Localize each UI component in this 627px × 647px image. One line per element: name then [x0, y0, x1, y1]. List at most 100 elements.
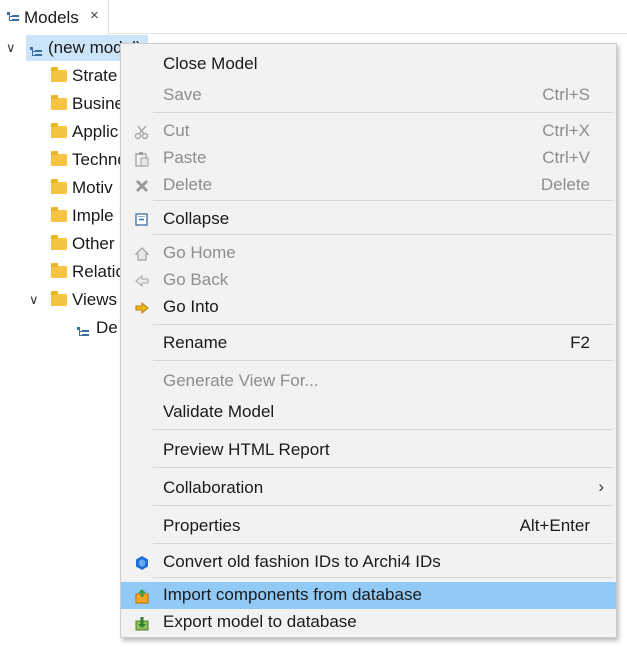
chevron-down-icon[interactable]: ∨: [29, 286, 39, 314]
tree-item-label: De: [96, 318, 118, 337]
shortcut-label: F2: [570, 333, 590, 352]
menu-item-close-model[interactable]: Close Model: [121, 51, 616, 78]
menu-label: Preview HTML Report: [163, 440, 330, 459]
tree-folder[interactable]: Techno: [0, 146, 127, 174]
menu-label: Delete: [163, 175, 213, 194]
tree-folder-views[interactable]: ∨ Views: [0, 286, 120, 314]
menu-separator: [153, 429, 613, 430]
tree-folder[interactable]: Strate: [0, 62, 120, 90]
menu-item-convert-ids[interactable]: Convert old fashion IDs to Archi4 IDs: [121, 549, 616, 576]
tree-folder-label: Motiv: [72, 178, 113, 197]
menu-separator: [153, 543, 613, 544]
models-tab[interactable]: Models ×: [0, 0, 109, 34]
menu-label: Go Back: [163, 270, 229, 289]
clipboard-icon: [134, 151, 150, 167]
tree-folder-label: Views: [72, 290, 118, 309]
menu-separator: [153, 467, 613, 468]
menu-item-go-into[interactable]: Go Into: [121, 294, 616, 321]
menu-item-save[interactable]: Save Ctrl+S: [121, 82, 616, 109]
hexagon-icon: [134, 555, 150, 571]
shortcut-label: Ctrl+S: [542, 85, 590, 104]
tree-folder[interactable]: Relatio: [0, 258, 125, 286]
menu-item-properties[interactable]: Properties Alt+Enter: [121, 513, 616, 540]
database-export-icon: [134, 615, 150, 631]
tree-folder[interactable]: Applic: [0, 118, 120, 146]
tree-folder-label: Relatio: [72, 262, 125, 281]
tab-title: Models: [24, 8, 79, 27]
home-icon: [134, 246, 150, 262]
menu-item-rename[interactable]: Rename F2: [121, 330, 616, 357]
models-tree-icon: [6, 10, 20, 30]
menu-label: Convert old fashion IDs to Archi4 IDs: [163, 552, 441, 571]
tree-folder-label: Strate: [72, 66, 118, 85]
menu-label: Generate View For...: [163, 371, 319, 390]
tab-divider: [108, 33, 627, 34]
chevron-down-icon[interactable]: ∨: [6, 34, 16, 62]
menu-label: Properties: [163, 516, 241, 535]
menu-separator: [153, 112, 613, 113]
menu-label: Validate Model: [163, 402, 275, 421]
tree-folder[interactable]: Imple: [0, 202, 120, 230]
menu-item-go-home[interactable]: Go Home: [121, 240, 616, 267]
menu-item-import-db[interactable]: Import components from database: [121, 582, 616, 609]
menu-label: Save: [163, 85, 202, 104]
menu-label: Go Home: [163, 243, 236, 262]
menu-item-preview-html[interactable]: Preview HTML Report: [121, 437, 616, 464]
menu-label: Rename: [163, 333, 228, 352]
menu-label: Collaboration: [163, 478, 264, 497]
folder-icon: [51, 179, 67, 194]
menu-separator: [153, 360, 613, 361]
delete-x-icon: [134, 178, 150, 194]
database-import-icon: [134, 588, 150, 604]
folder-icon: [51, 95, 67, 110]
menu-label: Close Model: [163, 54, 258, 73]
menu-separator: [153, 577, 613, 578]
collapse-icon: [134, 212, 150, 228]
tree-folder[interactable]: Busine: [0, 90, 124, 118]
tree-folder-label: Applic: [72, 122, 119, 141]
shortcut-label: Alt+Enter: [519, 516, 590, 535]
menu-separator: [153, 200, 613, 201]
folder-icon: [51, 207, 67, 222]
tree-folder[interactable]: Other: [0, 230, 120, 258]
shortcut-label: Ctrl+X: [542, 121, 590, 140]
shortcut-label: Ctrl+V: [542, 148, 590, 167]
menu-item-paste[interactable]: Paste Ctrl+V: [121, 145, 616, 172]
folder-icon: [51, 67, 67, 82]
menu-separator: [153, 324, 613, 325]
menu-item-collaboration[interactable]: Collaboration ›: [121, 475, 616, 502]
shortcut-label: Delete: [540, 175, 590, 194]
tree-view-item[interactable]: De: [0, 314, 120, 342]
menu-label: Paste: [163, 148, 207, 167]
menu-item-collapse[interactable]: Collapse: [121, 206, 616, 233]
menu-item-go-back[interactable]: Go Back: [121, 267, 616, 294]
menu-label: Cut: [163, 121, 190, 140]
menu-item-generate-view[interactable]: Generate View For...: [121, 368, 616, 395]
menu-item-cut[interactable]: Cut Ctrl+X: [121, 118, 616, 145]
scissors-icon: [134, 124, 150, 140]
close-icon[interactable]: ×: [90, 7, 99, 24]
menu-label: Export model to database: [163, 612, 357, 631]
arrow-right-icon: [134, 300, 150, 316]
folder-icon: [51, 263, 67, 278]
tree-folder-label: Techno: [72, 150, 127, 169]
arrow-left-icon: [134, 273, 150, 289]
menu-item-validate-model[interactable]: Validate Model: [121, 399, 616, 426]
menu-label: Collapse: [163, 209, 230, 228]
tree-folder-label: Other: [72, 234, 115, 253]
folder-icon: [51, 151, 67, 166]
menu-item-delete[interactable]: Delete Delete: [121, 172, 616, 199]
view-tab-bar: Models ×: [0, 0, 627, 34]
folder-icon: [51, 235, 67, 250]
tree-folder-label: Imple: [72, 206, 114, 225]
menu-item-export-db[interactable]: Export model to database: [121, 609, 616, 636]
tree-folder-label: Busine: [72, 94, 124, 113]
menu-separator: [153, 234, 613, 235]
menu-label: Import components from database: [163, 585, 422, 604]
tree-folder[interactable]: Motiv: [0, 174, 120, 202]
context-menu: Close Model Save Ctrl+S Cut Ctrl+X Paste…: [120, 43, 617, 638]
folder-icon: [51, 291, 67, 306]
chevron-right-icon: ›: [598, 477, 604, 496]
menu-separator: [153, 505, 613, 506]
folder-icon: [51, 123, 67, 138]
